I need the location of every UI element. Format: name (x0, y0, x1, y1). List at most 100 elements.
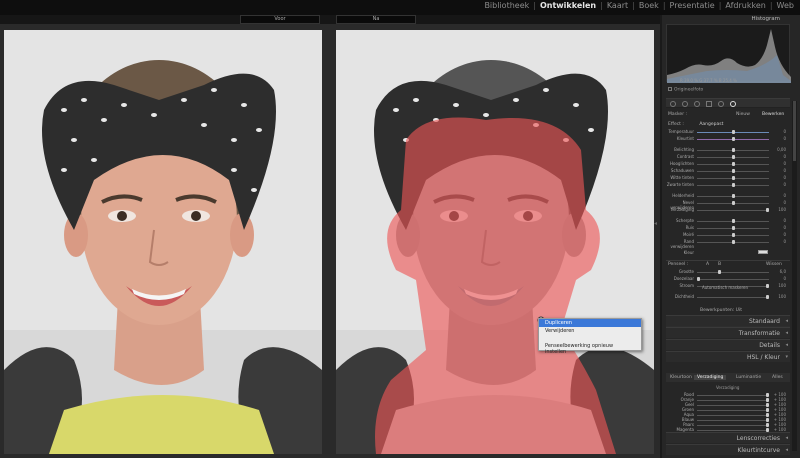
effect-ruis-knob[interactable] (732, 226, 735, 230)
radial-filter-tool-icon[interactable] (718, 101, 724, 107)
effect-schaduwen-slider[interactable]: Schaduwen 0 (666, 168, 790, 174)
effect-verzadiging-slider[interactable]: Verzadiging 100 (666, 207, 790, 213)
effect-contrast-slider[interactable]: Contrast 0 (666, 154, 790, 160)
edit-points-select[interactable]: Bewerkpunten: Uit (700, 308, 742, 313)
effect-hooglichten-value[interactable]: 0 (772, 161, 786, 166)
effect-scherpte-knob[interactable] (732, 219, 735, 223)
effect-schaduwen-track[interactable] (697, 169, 769, 173)
tab-luminance[interactable]: Luminantie (736, 375, 761, 380)
effect-moir--slider[interactable]: Moiré 0 (666, 232, 790, 238)
effect-ruis-value[interactable]: 0 (772, 225, 786, 230)
tab-saturation[interactable]: Verzadiging (694, 375, 727, 380)
effect-moir--track[interactable] (697, 233, 769, 237)
effect-witte-tinten-knob[interactable] (732, 176, 735, 180)
effect-helderheid-track[interactable] (697, 194, 769, 198)
effect-verzadiging-knob[interactable] (766, 208, 769, 212)
effect-zwarte-tinten-slider[interactable]: Zwarte tinten 0 (666, 182, 790, 188)
effect-zwarte-tinten-track[interactable] (697, 183, 769, 187)
right-panel-toggle-icon[interactable]: ◂ (654, 220, 660, 230)
effect-temperatuur-value[interactable]: 0 (772, 129, 786, 134)
effect-kleurtint-knob[interactable] (732, 137, 735, 141)
effect-moir--value[interactable]: 0 (772, 232, 786, 237)
section-lens-corrections[interactable]: Lenscorrecties ◂ (666, 432, 790, 443)
effect-nevel-verwijderen-knob[interactable] (732, 201, 735, 205)
brush-grootte-track[interactable] (697, 270, 769, 274)
effect-zwarte-tinten-value[interactable]: 0 (772, 182, 786, 187)
effect-helderheid-knob[interactable] (732, 194, 735, 198)
effect-hooglichten-slider[interactable]: Hooglichten 0 (666, 161, 790, 167)
brush-doezelaar-knob[interactable] (697, 277, 700, 281)
menu-item-duplicate[interactable]: Dupliceren (539, 319, 641, 327)
effect-hooglichten-knob[interactable] (732, 162, 735, 166)
effect-verzadiging-track[interactable] (697, 208, 769, 212)
menu-item-delete[interactable]: Verwijderen (539, 327, 641, 335)
brush-doezelaar-track[interactable] (697, 277, 769, 281)
effect-hooglichten-track[interactable] (697, 162, 769, 166)
hsl-magenta-track[interactable] (697, 428, 769, 432)
brush-b-button[interactable]: B (718, 262, 721, 267)
effect-kleurtint-track[interactable] (697, 137, 769, 141)
effect-temperatuur-knob[interactable] (732, 130, 735, 134)
effect-temperatuur-track[interactable] (697, 130, 769, 134)
effect-helderheid-slider[interactable]: Helderheid 0 (666, 193, 790, 199)
section-details[interactable]: Details ◂ (666, 339, 790, 350)
brush-density-slider[interactable]: Dichtheid 100 (666, 294, 790, 300)
effect-ruis-slider[interactable]: Ruis 0 (666, 225, 790, 231)
effect-rand-verwijderen-value[interactable]: 0 (772, 239, 786, 244)
module-presentatie[interactable]: Presentatie (666, 1, 719, 10)
panel-scrollbar[interactable] (792, 101, 797, 451)
brush-density-value[interactable]: 100 (772, 294, 786, 299)
auto-mask-checkbox[interactable]: Automatisch maskeren (702, 285, 748, 290)
tab-all[interactable]: Alles (772, 375, 783, 380)
brush-stroom-value[interactable]: 100 (772, 283, 786, 288)
section-tone-curve[interactable]: Kleurtintcurve ◂ (666, 444, 790, 455)
module-kaart[interactable]: Kaart (603, 1, 632, 10)
effect-helderheid-value[interactable]: 0 (772, 193, 786, 198)
effect-scherpte-value[interactable]: 0 (772, 218, 786, 223)
menu-item-reset-brush[interactable]: Penseelbewerking opnieuw instellen (539, 342, 641, 355)
effect-witte-tinten-track[interactable] (697, 176, 769, 180)
module-ontwikkelen[interactable]: Ontwikkelen (536, 1, 600, 10)
hsl-paars-track[interactable] (697, 423, 769, 427)
brush-a-button[interactable]: A (706, 262, 709, 267)
effect-contrast-value[interactable]: 0 (772, 154, 786, 159)
after-photo[interactable] (336, 30, 654, 454)
module-boek[interactable]: Boek (635, 1, 663, 10)
effect-scherpte-track[interactable] (697, 219, 769, 223)
module-bibliotheek[interactable]: Bibliotheek (480, 1, 533, 10)
effect-rand-verwijderen-knob[interactable] (732, 240, 735, 244)
effect-moir--knob[interactable] (732, 233, 735, 237)
module-web[interactable]: Web (773, 1, 798, 10)
graduated-filter-tool-icon[interactable] (706, 101, 712, 107)
effect-kleurtint-value[interactable]: 0 (772, 136, 786, 141)
brush-density-track[interactable] (697, 295, 769, 299)
hsl-groen-track[interactable] (697, 408, 769, 412)
section-hsl[interactable]: HSL / Kleur ▾ (666, 351, 790, 362)
section-transform[interactable]: Transformatie ◂ (666, 327, 790, 338)
effect-nevel-verwijderen-slider[interactable]: Nevel verwijderen 0 (666, 200, 790, 210)
brush-erase-button[interactable]: Wissen (766, 262, 782, 267)
effect-schaduwen-value[interactable]: 0 (772, 168, 786, 173)
effect-belichting-slider[interactable]: Belichting 0,00 (666, 147, 790, 153)
histogram-title[interactable]: Histogram (662, 15, 788, 24)
module-afdrukken[interactable]: Afdrukken (721, 1, 769, 10)
mask-new-button[interactable]: Nieuw (736, 112, 750, 117)
hsl-blauw-track[interactable] (697, 418, 769, 422)
brush-grootte-slider[interactable]: Grootte 6,0 (666, 269, 790, 275)
effect-contrast-track[interactable] (697, 155, 769, 159)
section-basic[interactable]: Standaard ◂ (666, 315, 790, 326)
crop-tool-icon[interactable] (670, 101, 676, 107)
red-eye-tool-icon[interactable] (694, 101, 700, 107)
effect-rand-verwijderen-track[interactable] (697, 240, 769, 244)
effect-scherpte-slider[interactable]: Scherpte 0 (666, 218, 790, 224)
effect-temperatuur-slider[interactable]: Temperatuur 0 (666, 129, 790, 135)
effect-kleurtint-slider[interactable]: Kleurtint 0 (666, 136, 790, 142)
effect-ruis-track[interactable] (697, 226, 769, 230)
effect-nevel-verwijderen-value[interactable]: 0 (772, 200, 786, 205)
image-view[interactable]: ◂ (0, 24, 660, 458)
hsl-aqua-track[interactable] (697, 413, 769, 417)
mask-edit-button[interactable]: Bewerken (762, 112, 784, 117)
effect-belichting-track[interactable] (697, 148, 769, 152)
hsl-oranje-track[interactable] (697, 398, 769, 402)
adjustment-brush-tool-icon[interactable] (730, 101, 736, 107)
